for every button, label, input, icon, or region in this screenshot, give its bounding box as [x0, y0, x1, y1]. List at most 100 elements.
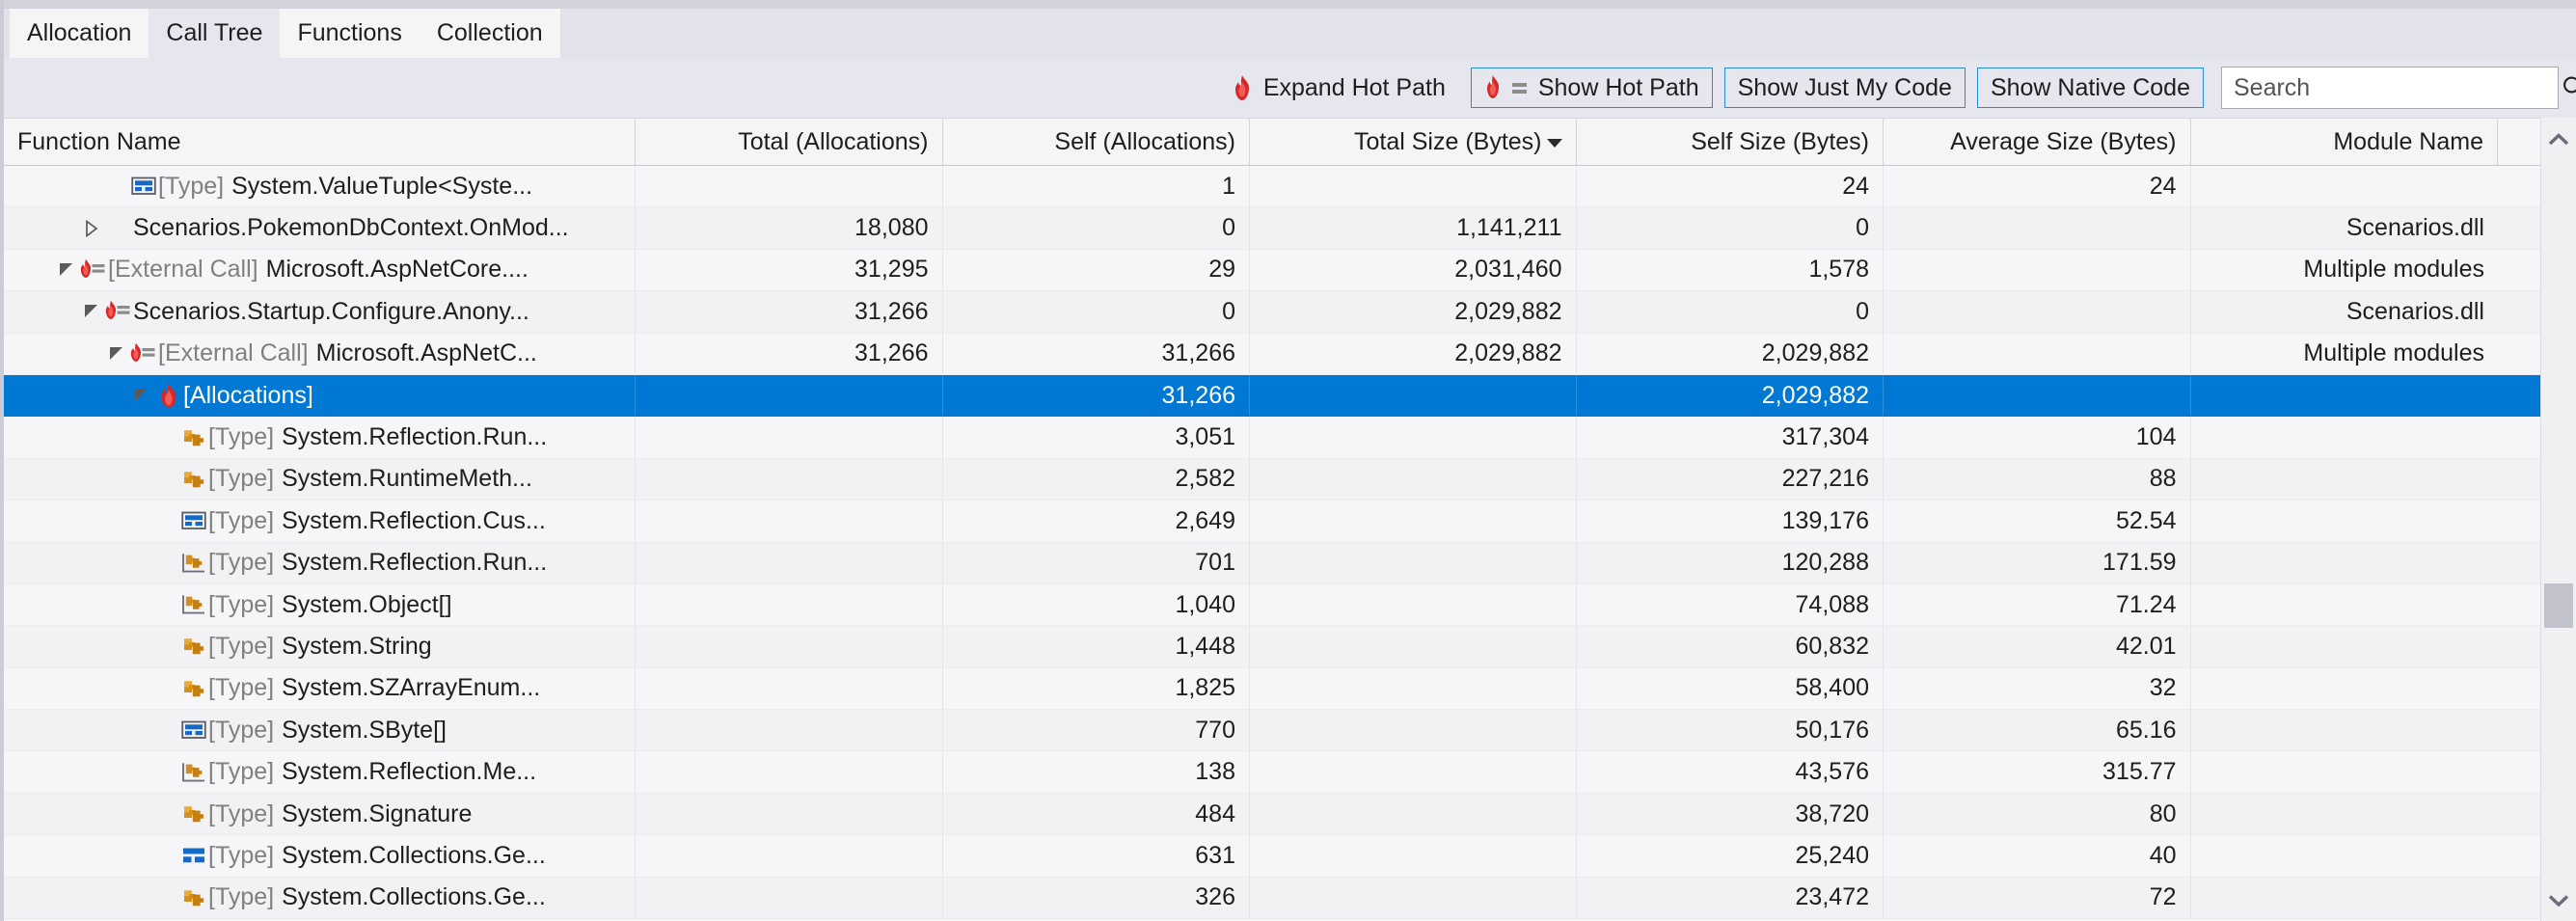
tab-functions[interactable]: Functions [280, 9, 420, 58]
table-row[interactable]: Scenarios.PokemonDbContext.OnMod... 18,08… [4, 207, 2540, 250]
table-row[interactable]: [Type] System.Reflection.Cus... 2,649 139,1… [4, 501, 2540, 543]
cell-module-name: Scenarios.dll [2191, 207, 2499, 248]
scrollbar-track[interactable] [2541, 160, 2576, 879]
cell-function-name[interactable]: [Type] System.Reflection.Run... [4, 417, 636, 458]
cell-total-size-bytes [1250, 374, 1577, 417]
cell-self-allocations: 31,266 [943, 374, 1250, 417]
scroll-down-button[interactable] [2541, 879, 2576, 921]
cell-function-name[interactable]: [Allocations] [4, 374, 636, 417]
table-row[interactable]: [Type] System.Reflection.Me... 138 43,576 31… [4, 751, 2540, 794]
cell-value: 50,176 [1795, 716, 1869, 744]
column-header-self-allocations[interactable]: Self (Allocations) [943, 119, 1250, 165]
table-row[interactable]: [Type] System.SZArrayEnum... 1,825 58,400 32 [4, 667, 2540, 711]
table-row[interactable]: [External Call] Microsoft.AspNetCore.... 3… [4, 249, 2540, 292]
vertical-scrollbar[interactable] [2540, 118, 2576, 921]
type-tag: [Type] [208, 632, 275, 660]
table-row[interactable]: [Type] System.ValueTuple<Syste... 1 24 24 [4, 166, 2540, 208]
tab-collection[interactable]: Collection [419, 9, 560, 58]
cell-function-name[interactable]: [Type] System.String [4, 626, 636, 667]
cell-function-name[interactable]: [Type] System.Object[] [4, 583, 636, 626]
cell-function-name[interactable]: [Type] System.ValueTuple<Syste... [4, 166, 636, 207]
show-just-my-code-label: Show Just My Code [1737, 73, 1952, 101]
search-box[interactable] [2221, 67, 2576, 109]
cell-function-name[interactable]: [Type] System.Reflection.Cus... [4, 501, 636, 542]
expand-triangle-icon[interactable] [79, 207, 104, 248]
search-icon[interactable] [2554, 68, 2576, 108]
collapse-triangle-icon[interactable] [104, 334, 129, 374]
search-input[interactable] [2222, 68, 2554, 108]
cell-self-allocations: 631 [943, 835, 1250, 877]
table-row[interactable]: Scenarios.Startup.Configure.Anony... 31,2… [4, 291, 2540, 334]
cell-function-name[interactable]: [Type] System.Collections.Ge... [4, 877, 636, 919]
cell-function-name[interactable]: [Type] System.Reflection.Me... [4, 751, 636, 793]
tab-call-tree[interactable]: Call Tree [149, 9, 281, 58]
cell-average-size-bytes: 88 [1884, 458, 2191, 501]
cell-value: 23,472 [1795, 883, 1869, 911]
column-header-label: Average Size (Bytes) [1950, 127, 2177, 155]
cell-function-name[interactable]: [Type] System.SZArrayEnum... [4, 667, 636, 710]
cell-module-name [2191, 626, 2499, 666]
type-tag: [Type] [208, 841, 275, 869]
type-tag: [External Call] [108, 256, 258, 284]
show-hot-path-button[interactable]: Show Hot Path [1470, 68, 1713, 108]
column-header-module-name[interactable]: Module Name [2191, 119, 2498, 165]
table-row[interactable]: [Type] System.Collections.Ge... 631 25,240 4… [4, 835, 2540, 878]
cell-average-size-bytes: 80 [1884, 793, 2191, 835]
collapse-triangle-icon[interactable] [54, 250, 79, 290]
cell-filler [2498, 459, 2540, 500]
show-native-code-button[interactable]: Show Native Code [1976, 68, 2204, 108]
column-header-average-size-bytes[interactable]: Average Size (Bytes) [1884, 119, 2191, 165]
cell-module-name: Multiple modules [2191, 250, 2499, 290]
cell-value: 31,295 [854, 256, 929, 284]
cell-total-allocations [636, 835, 943, 877]
cell-function-name[interactable]: [Type] System.Collections.Ge... [4, 835, 636, 877]
tab-label: Functions [297, 19, 402, 46]
cell-filler [2498, 375, 2540, 416]
table-row[interactable]: [Type] System.Reflection.Run... 701 120,288… [4, 542, 2540, 584]
cell-total-size-bytes [1250, 583, 1577, 626]
cell-value: 2,649 [1175, 506, 1235, 534]
collapse-triangle-icon[interactable] [129, 375, 154, 416]
scroll-up-button[interactable] [2541, 118, 2576, 160]
cell-function-name[interactable]: Scenarios.Startup.Configure.Anony... [4, 291, 636, 333]
scrollbar-thumb[interactable] [2544, 582, 2573, 628]
table-row[interactable]: [Type] System.Object[] 1,040 74,088 71.24 [4, 583, 2540, 627]
toolbar: Expand Hot Path Show Hot Path Show Just … [4, 58, 2576, 118]
table-row[interactable]: [Allocations] 31,266 2,029,882 [4, 374, 2540, 418]
collapse-triangle-icon[interactable] [79, 291, 104, 332]
show-just-my-code-button[interactable]: Show Just My Code [1723, 68, 1966, 108]
cell-filler [2498, 334, 2540, 374]
cell-value: 32 [2149, 674, 2177, 702]
cell-self-size-bytes: 58,400 [1577, 667, 1884, 710]
expand-hot-path-button[interactable]: Expand Hot Path [1218, 68, 1459, 108]
cell-value: 0 [1222, 214, 1235, 242]
cell-function-name[interactable]: [Type] System.Reflection.Run... [4, 542, 636, 583]
table-row[interactable]: [Type] System.String 1,448 60,832 42.01 [4, 626, 2540, 668]
table-row[interactable]: [External Call] Microsoft.AspNetC... 31,26… [4, 333, 2540, 375]
table-row[interactable]: [Type] System.SByte[] 770 50,176 65.16 [4, 710, 2540, 752]
table-row[interactable]: [Type] System.Signature 484 38,720 80 [4, 793, 2540, 836]
cell-filler [2498, 417, 2540, 457]
table-row[interactable]: [Type] System.Reflection.Run... 3,051 317,3… [4, 417, 2540, 459]
table-row[interactable]: [Type] System.Collections.Ge... 326 23,472 7… [4, 877, 2540, 920]
column-header-total-allocations[interactable]: Total (Allocations) [636, 119, 943, 165]
function-name-text: System.ValueTuple<Syste... [231, 172, 533, 200]
cell-function-name[interactable]: [Type] System.Signature [4, 793, 636, 835]
cell-function-name[interactable]: Scenarios.PokemonDbContext.OnMod... [4, 207, 636, 249]
column-header-function-name[interactable]: Function Name [4, 119, 636, 165]
column-header-total-size-bytes[interactable]: Total Size (Bytes) [1250, 119, 1577, 165]
cell-total-size-bytes [1250, 751, 1577, 793]
cell-function-name[interactable]: [External Call] Microsoft.AspNetCore.... [4, 249, 636, 291]
column-header-self-size-bytes[interactable]: Self Size (Bytes) [1577, 119, 1884, 165]
cell-value: 31,266 [1161, 339, 1235, 367]
cell-function-name[interactable]: [Type] System.SByte[] [4, 710, 636, 751]
cell-function-name[interactable]: [Type] System.RuntimeMeth... [4, 458, 636, 501]
table-row[interactable]: [Type] System.RuntimeMeth... 2,582 227,216 8… [4, 458, 2540, 501]
cell-function-name[interactable]: [External Call] Microsoft.AspNetC... [4, 333, 636, 374]
cell-self-size-bytes: 227,216 [1577, 458, 1884, 501]
tab-allocation[interactable]: Allocation [10, 9, 149, 58]
cell-value: 60,832 [1795, 632, 1869, 660]
cell-self-allocations: 326 [943, 877, 1250, 919]
